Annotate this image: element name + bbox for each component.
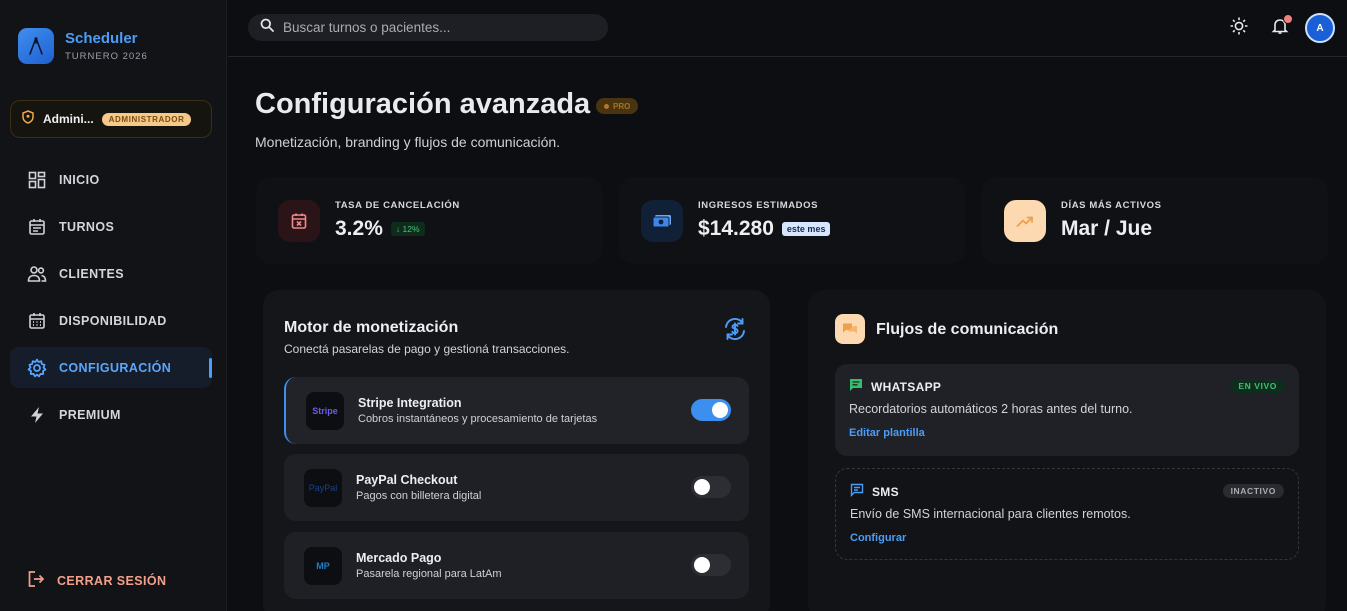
notification-dot [1283, 14, 1293, 24]
message-outline-icon [850, 483, 864, 500]
sidebar-nav: INICIO TURNOS CLIENTES DISPONIBILIDAD CO… [10, 159, 212, 441]
toggle-knob [694, 479, 710, 495]
stripe-logo-icon: Stripe [306, 391, 344, 430]
sidebar-item-label: DISPONIBILIDAD [59, 313, 167, 328]
gateway-paypal[interactable]: PayPal PayPal Checkout Pagos con billete… [284, 454, 749, 521]
stat-value: $14.280 [698, 217, 774, 240]
brand[interactable]: Scheduler TURNERO 2026 [18, 28, 148, 64]
status-badge: INACTIVO [1222, 484, 1284, 498]
page-subtitle: Monetización, branding y flujos de comun… [255, 134, 561, 150]
sun-icon [1229, 16, 1249, 41]
flow-name: WHATSAPP [871, 379, 942, 394]
gear-icon [27, 358, 47, 378]
period-badge: este mes [781, 222, 831, 236]
chat-bubbles-icon [835, 314, 865, 344]
stat-label: DÍAS MÁS ACTIVOS [1061, 200, 1162, 211]
shield-icon [21, 109, 35, 129]
pro-badge-label: PRO [613, 101, 631, 111]
grid-icon [27, 170, 47, 190]
edit-template-link[interactable]: Editar plantilla [849, 427, 925, 439]
panel-title: Motor de monetización [284, 319, 459, 336]
calendar-list-icon [27, 217, 47, 237]
stripe-toggle[interactable] [691, 399, 731, 421]
logout-label: CERRAR SESIÓN [57, 573, 167, 588]
calendar-x-icon [278, 199, 320, 242]
app-logo-icon [18, 28, 54, 64]
trending-up-icon [1004, 199, 1046, 242]
sidebar-item-label: CONFIGURACIÓN [59, 360, 172, 375]
paypal-logo-icon: PayPal [304, 468, 342, 507]
refresh-currency-button[interactable] [722, 316, 748, 347]
stat-label: TASA DE CANCELACIÓN [335, 200, 460, 211]
gateway-stripe[interactable]: Stripe Stripe Integration Cobros instant… [284, 377, 749, 444]
stat-card-ingresos: INGRESOS ESTIMADOS $14.280 este mes [619, 177, 965, 264]
gateway-mercado-pago[interactable]: MP Mercado Pago Pasarela regional para L… [284, 532, 749, 599]
stat-card-cancelacion: TASA DE CANCELACIÓN 3.2% ↓ 12% [256, 177, 602, 264]
sidebar-item-configuracion[interactable]: CONFIGURACIÓN [10, 347, 212, 388]
message-icon [849, 378, 863, 395]
mercadopago-logo-icon: MP [304, 546, 342, 585]
flow-name: SMS [872, 484, 899, 499]
sidebar-item-label: CLIENTES [59, 266, 125, 281]
calendar-grid-icon [27, 311, 47, 331]
gateway-name: Stripe Integration [358, 396, 462, 410]
toggle-knob [694, 557, 710, 573]
app-subtitle: TURNERO 2026 [65, 51, 148, 62]
badge-dot [604, 103, 609, 109]
user-name: Admini... [43, 112, 94, 126]
search-icon [260, 18, 274, 37]
gateway-description: Pagos con billetera digital [356, 490, 482, 502]
users-icon [27, 264, 47, 284]
money-icon [641, 199, 683, 242]
flow-whatsapp: WHATSAPP EN VIVO Recordatorios automátic… [835, 364, 1299, 456]
sidebar: Scheduler TURNERO 2026 Admini... ADMINIS… [0, 0, 227, 611]
search-input[interactable] [283, 20, 583, 35]
toggle-knob [712, 402, 728, 418]
currency-sync-icon [722, 318, 748, 346]
app-name: Scheduler [65, 30, 138, 47]
trend-badge: ↓ 12% [390, 222, 425, 236]
sidebar-item-premium[interactable]: PREMIUM [10, 394, 212, 435]
stat-value: Mar / Jue [1061, 217, 1153, 240]
sidebar-item-label: INICIO [59, 172, 100, 187]
theme-toggle-button[interactable] [1228, 17, 1250, 39]
logout-button[interactable]: CERRAR SESIÓN [27, 570, 166, 591]
sidebar-item-turnos[interactable]: TURNOS [10, 206, 212, 247]
avatar[interactable]: A [1305, 13, 1335, 43]
pro-badge: PRO [596, 98, 639, 114]
status-badge: EN VIVO [1230, 379, 1285, 393]
configure-link[interactable]: Configurar [850, 532, 906, 544]
search-bar[interactable] [248, 14, 608, 41]
user-role-chip[interactable]: Admini... ADMINISTRADOR [10, 100, 212, 138]
flow-description: Recordatorios automáticos 2 horas antes … [849, 402, 1133, 416]
logout-icon [27, 570, 45, 591]
page-title: Configuración avanzada [255, 88, 591, 120]
role-badge: ADMINISTRADOR [101, 112, 192, 126]
stat-label: INGRESOS ESTIMADOS [698, 200, 819, 211]
notifications-button[interactable] [1269, 14, 1293, 39]
gateway-description: Pasarela regional para LatAm [356, 568, 502, 580]
sidebar-item-inicio[interactable]: INICIO [10, 159, 212, 200]
panel-subtitle: Conectá pasarelas de pago y gestioná tra… [284, 342, 570, 356]
sidebar-item-clientes[interactable]: CLIENTES [10, 253, 212, 294]
flow-sms: SMS INACTIVO Envío de SMS internacional … [835, 468, 1299, 560]
paypal-toggle[interactable] [691, 476, 731, 498]
sidebar-item-disponibilidad[interactable]: DISPONIBILIDAD [10, 300, 212, 341]
stat-value: 3.2% [335, 217, 383, 240]
gateway-name: Mercado Pago [356, 551, 442, 565]
gateway-name: PayPal Checkout [356, 473, 458, 487]
mercado-pago-toggle[interactable] [691, 554, 731, 576]
topbar: A [228, 0, 1347, 57]
sidebar-item-label: PREMIUM [59, 407, 121, 422]
sidebar-item-label: TURNOS [59, 219, 115, 234]
flow-description: Envío de SMS internacional para clientes… [850, 507, 1131, 521]
lightning-icon [27, 405, 47, 425]
gateway-description: Cobros instantáneos y procesamiento de t… [358, 413, 598, 425]
panel-title: Flujos de comunicación [876, 321, 1059, 338]
stat-card-dias: DÍAS MÁS ACTIVOS Mar / Jue [982, 177, 1328, 264]
